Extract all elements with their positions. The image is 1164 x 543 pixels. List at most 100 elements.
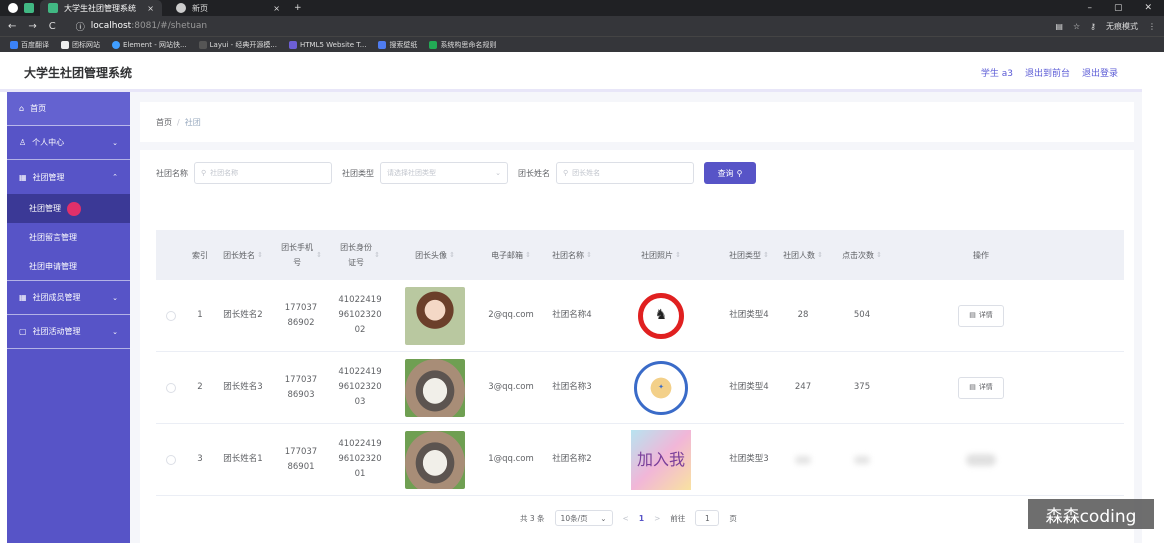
page-number-current[interactable]: 1 xyxy=(639,514,644,523)
grid-icon: ▦ xyxy=(19,293,27,302)
leader-name-input[interactable]: ⚲ 团长姓名 xyxy=(556,162,694,184)
browser-menu-icon[interactable] xyxy=(8,3,18,13)
app-header: 大学生社团管理系统 学生 a3 退出到前台 退出登录 xyxy=(0,56,1142,92)
chevron-down-icon: ⌄ xyxy=(112,293,118,302)
new-tab-button[interactable]: + xyxy=(294,3,302,13)
cell-type: 社团类型3 xyxy=(729,454,769,464)
radio-circle xyxy=(166,454,176,465)
bookmark-label: Element - 网站快... xyxy=(123,40,187,49)
sidebar-item-home[interactable]: ⌂ 首页 xyxy=(7,92,130,126)
address-actions: ▤ ☆ ⚷ 无痕模式 ⋮ xyxy=(1055,21,1156,32)
info-icon: ⓘ xyxy=(75,22,85,33)
page-scrollbar[interactable] xyxy=(1142,56,1164,543)
cell-members: 28 xyxy=(797,310,809,320)
page-size-select[interactable]: 10条/页 ⌄ xyxy=(554,510,613,526)
close-window-button[interactable]: ✕ xyxy=(1144,3,1152,13)
next-page-button[interactable]: > xyxy=(654,514,660,523)
sidebar-sub-label: 社团管理 xyxy=(29,204,61,213)
sidebar-item-members[interactable]: ▦ 社团成员管理 ⌄ xyxy=(7,281,130,315)
bookmark-item[interactable]: 搜索壁纸 xyxy=(378,40,417,50)
club-type-select[interactable]: 请选择社团类型 ⌄ xyxy=(380,162,508,184)
column-header[interactable]: 点击次数 ⇕ xyxy=(828,230,896,280)
cell-avatar xyxy=(390,352,480,423)
prev-page-button[interactable]: < xyxy=(623,514,629,523)
leader-avatar xyxy=(405,358,465,417)
bookmark-item[interactable]: 百度翻译 xyxy=(10,40,49,50)
search-icon: ⚲ xyxy=(736,168,743,178)
tab-active[interactable]: 大学生社团管理系统 × xyxy=(40,0,162,16)
vue-favicon-icon xyxy=(48,3,58,13)
club-name-label: 社团名称 xyxy=(156,168,188,178)
forward-icon[interactable]: → xyxy=(28,21,36,32)
grid-icon: ▦ xyxy=(19,172,27,182)
chevron-down-icon: ⌄ xyxy=(600,513,607,523)
bookmark-icon xyxy=(10,40,18,49)
url-field[interactable]: ⓘ localhost :8081/#/shetuan xyxy=(68,18,1044,34)
cell-clicks-blurred xyxy=(828,424,896,495)
bookmark-item[interactable]: HTML5 Website T... xyxy=(289,40,366,49)
column-header[interactable]: 团长手机号 ⇕ xyxy=(272,230,330,280)
back-icon[interactable]: ← xyxy=(8,21,16,32)
column-header[interactable]: 团长姓名 ⇕ xyxy=(214,230,272,280)
front-link[interactable]: 退出到前台 xyxy=(1025,66,1070,79)
cell-actions: ▤ 详情 xyxy=(896,280,1066,351)
incognito-label[interactable]: 无痕模式 xyxy=(1106,21,1138,32)
club-name-input[interactable]: ⚲ 社团名称 xyxy=(194,162,332,184)
bookmark-item[interactable]: Element - 网站快... xyxy=(112,40,187,50)
more-menu-icon[interactable]: ⋮ xyxy=(1148,22,1156,31)
current-user-link[interactable]: 学生 a3 xyxy=(981,66,1013,79)
column-header[interactable]: 电子邮箱 ⇕ xyxy=(480,230,542,280)
column-header[interactable]: 社团类型 ⇕ xyxy=(720,230,778,280)
sidebar-sub-club[interactable]: 社团管理 xyxy=(7,194,130,223)
minimize-button[interactable]: – xyxy=(1087,3,1092,13)
sidebar-item-profile[interactable]: ♙ 个人中心 ⌄ xyxy=(7,126,130,160)
select-all-checkbox[interactable] xyxy=(156,230,186,280)
sort-icon: ⇕ xyxy=(257,250,263,259)
detail-button[interactable]: ▤ 详情 xyxy=(958,304,1004,327)
row-radio[interactable] xyxy=(156,424,186,495)
bookmark-item[interactable]: 系统构思命名规则 xyxy=(429,40,496,50)
table-row: 2 团长姓名3 17703786903 410224199610232003 3… xyxy=(156,352,1124,424)
breadcrumb-home[interactable]: 首页 xyxy=(156,117,172,128)
tab-inactive[interactable]: 新页 × xyxy=(168,0,288,16)
clubs-table: 索引 团长姓名 ⇕ 团长手机号 ⇕ 团长身份证号 ⇕ 团长头像 ⇕ 电子邮箱 ⇕ 社团名称… xyxy=(156,230,1124,496)
club-name-placeholder: 社团名称 xyxy=(210,169,239,177)
sidebar-sub-message[interactable]: 社团留言管理 xyxy=(7,223,130,252)
star-icon[interactable]: ☆ xyxy=(1073,22,1080,31)
cell-phone: 17703786901 xyxy=(284,446,318,472)
sort-icon: ⇕ xyxy=(586,250,592,259)
row-radio[interactable] xyxy=(156,352,186,423)
breadcrumb-current: 社团 xyxy=(184,117,201,127)
tab-close-icon[interactable]: × xyxy=(147,4,154,13)
cell-photo: ✦ xyxy=(602,352,720,423)
detail-button[interactable]: ▤ 详情 xyxy=(958,376,1004,399)
table-header: 索引 团长姓名 ⇕ 团长手机号 ⇕ 团长身份证号 ⇕ 团长头像 ⇕ 电子邮箱 ⇕ 社团名称… xyxy=(156,230,1124,280)
sidebar-item-activities[interactable]: ▢ 社团活动管理 ⌄ xyxy=(7,315,130,349)
chevron-up-icon: ⌃ xyxy=(112,173,118,181)
column-header[interactable]: 社团名称 ⇕ xyxy=(542,230,602,280)
sidebar-sub-apply[interactable]: 社团申请管理 xyxy=(7,252,130,281)
column-header[interactable]: 社团人数 ⇕ xyxy=(778,230,828,280)
column-header[interactable]: 团长头像 ⇕ xyxy=(390,230,480,280)
tab-close-icon[interactable]: × xyxy=(273,4,280,13)
logout-link[interactable]: 退出登录 xyxy=(1082,66,1118,79)
goto-page-input[interactable]: 1 xyxy=(695,510,720,526)
tab-label: 大学生社团管理系统 xyxy=(64,3,136,13)
cell-idcard: 410224199610232002 xyxy=(338,295,382,335)
reload-icon[interactable]: C xyxy=(49,21,56,32)
key-icon[interactable]: ⚷ xyxy=(1090,22,1096,31)
bookmark-item[interactable]: 团标网站 xyxy=(61,40,100,50)
cell-clicks: 504 xyxy=(853,310,871,320)
column-header[interactable]: 社团照片 ⇕ xyxy=(602,230,720,280)
maximize-button[interactable]: ▢ xyxy=(1114,3,1123,13)
cell-photo: 加入我 xyxy=(602,424,720,495)
bookmark-item[interactable]: Layui - 经典开源模... xyxy=(198,40,277,50)
row-radio[interactable] xyxy=(156,280,186,351)
translate-icon[interactable]: ▤ xyxy=(1055,22,1063,31)
query-button[interactable]: 查询 ⚲ xyxy=(704,162,756,184)
leader-avatar xyxy=(405,286,465,345)
page-size-value: 10条/页 xyxy=(560,513,588,523)
column-header[interactable]: 团长身份证号 ⇕ xyxy=(330,230,390,280)
sidebar-item-club-manage[interactable]: ▦ 社团管理 ⌃ xyxy=(7,160,130,194)
doc-icon: ▤ xyxy=(969,383,976,391)
